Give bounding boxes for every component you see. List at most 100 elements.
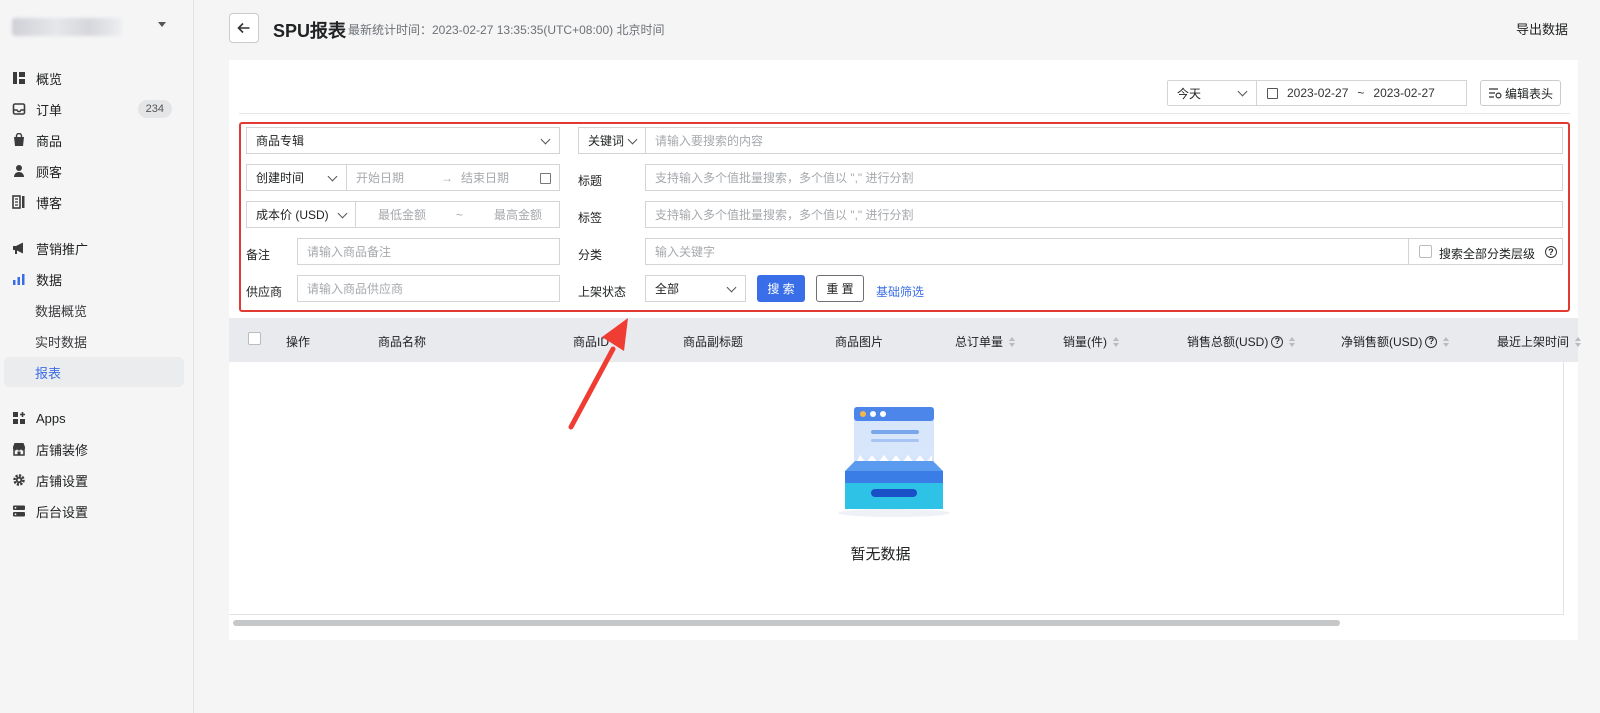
sidebar-item-orders[interactable]: 订单 234 — [4, 94, 184, 124]
date-range-picker[interactable]: 2023-02-27 ~ 2023-02-27 — [1256, 80, 1467, 106]
back-button[interactable] — [229, 13, 259, 43]
column-header-last-listed[interactable]: 最近上架时间 — [1497, 333, 1582, 350]
column-header-quantity[interactable]: 销量(件) — [1063, 333, 1119, 350]
column-settings-icon — [1489, 88, 1502, 99]
column-header-actions: 操作 — [286, 333, 310, 350]
collection-select[interactable]: 商品专辑 — [246, 127, 560, 154]
sidebar-item-label: Apps — [36, 410, 66, 426]
supplier-label: 供应商 — [246, 285, 283, 299]
sidebar-item-label: 订单 — [36, 102, 63, 118]
column-header-gross-sales[interactable]: 销售总额(USD)? — [1187, 333, 1296, 350]
sidebar-subitem-realtime[interactable]: 实时数据 — [4, 326, 184, 356]
date-range-separator: ~ — [1357, 86, 1365, 100]
tag-input[interactable]: 支持输入多个值批量搜索，多个值以 "," 进行分割 — [645, 201, 1563, 228]
title-label: 标题 — [578, 174, 603, 188]
column-header-total-orders[interactable]: 总订单量 — [955, 333, 1016, 350]
sidebar-item-store-design[interactable]: 店铺装修 — [4, 434, 184, 464]
sort-icon[interactable] — [1289, 336, 1296, 347]
start-date-input[interactable]: 开始日期 — [356, 169, 441, 186]
sidebar: 概览 订单 234 商品 顾客 博客 营销推广 数据 数据概览 实时数据 报表 … — [0, 0, 194, 713]
created-date-range[interactable]: 开始日期 → 结束日期 — [346, 164, 560, 191]
category-input[interactable]: 输入关键字 — [645, 238, 1409, 265]
keyword-search-input[interactable]: 请输入要搜索的内容 — [645, 127, 1563, 154]
tag-label: 标签 — [578, 211, 603, 225]
select-all-checkbox[interactable] — [248, 332, 261, 345]
price-range-separator: ~ — [456, 207, 464, 222]
sidebar-item-data[interactable]: 数据 — [4, 264, 184, 294]
price-type-select[interactable]: 成本价 (USD) — [246, 201, 356, 228]
keyword-type-select[interactable]: 关键词 — [578, 127, 646, 154]
help-icon[interactable]: ? — [1271, 335, 1284, 348]
blog-icon — [12, 195, 26, 209]
person-icon — [12, 164, 26, 178]
edit-columns-label: 编辑表头 — [1505, 86, 1554, 101]
max-price-input[interactable]: 最高金额 — [494, 206, 542, 223]
basic-filter-link[interactable]: 基础筛选 — [876, 283, 924, 300]
table-header: 操作 商品名称 商品ID 商品副标题 商品图片 总订单量 销量(件) 销售总额(… — [229, 318, 1582, 362]
sort-icon[interactable] — [1113, 336, 1119, 347]
sort-icon[interactable] — [1009, 336, 1016, 347]
column-header-label: 销售总额(USD) — [1187, 335, 1269, 349]
min-price-input[interactable]: 最低金额 — [378, 206, 426, 223]
help-icon[interactable]: ? — [1545, 246, 1557, 258]
sidebar-item-label: 概览 — [36, 71, 63, 87]
sidebar-item-overview[interactable]: 概览 — [4, 63, 184, 93]
chevron-down-icon — [1237, 86, 1248, 97]
end-date-input[interactable]: 结束日期 — [461, 169, 509, 186]
note-placeholder: 请输入商品备注 — [307, 245, 392, 259]
sidebar-item-marketing[interactable]: 营销推广 — [4, 233, 184, 263]
store-name-blurred — [12, 18, 122, 36]
table-right-border — [1563, 362, 1564, 614]
note-label: 备注 — [246, 248, 271, 262]
last-stat-time: 最新统计时间：2023-02-27 13:35:35(UTC+08:00) 北京… — [348, 23, 665, 37]
page-title: SPU报表 — [273, 21, 347, 41]
column-header-label: 最近上架时间 — [1497, 335, 1570, 349]
inbox-icon — [12, 102, 26, 116]
status-label: 上架状态 — [578, 285, 627, 299]
time-type-value: 创建时间 — [256, 171, 305, 185]
sidebar-item-label: 博客 — [36, 195, 63, 211]
note-input[interactable]: 请输入商品备注 — [297, 238, 560, 265]
sidebar-item-products[interactable]: 商品 — [4, 125, 184, 155]
sidebar-subitem-data-overview[interactable]: 数据概览 — [4, 295, 184, 325]
horizontal-scrollbar[interactable] — [233, 620, 1340, 626]
toolbar-divider — [239, 113, 1570, 114]
sidebar-item-customers[interactable]: 顾客 — [4, 156, 184, 186]
sidebar-item-store-settings[interactable]: 店铺设置 — [4, 465, 184, 495]
sort-icon[interactable] — [1443, 336, 1450, 347]
sidebar-item-admin-settings[interactable]: 后台设置 — [4, 496, 184, 526]
price-range[interactable]: 最低金额 ~ 最高金额 — [355, 201, 560, 228]
column-header-label: 商品名称 — [378, 335, 427, 349]
store-switcher[interactable] — [12, 16, 182, 40]
empty-state-text: 暂无数据 — [850, 546, 911, 563]
sort-icon[interactable] — [1575, 336, 1582, 347]
sidebar-item-blog[interactable]: 博客 — [4, 187, 184, 217]
server-icon — [12, 504, 26, 518]
export-data-button[interactable]: 导出数据 — [1516, 19, 1568, 38]
search-button[interactable]: 搜 索 — [757, 275, 805, 302]
sidebar-item-label: 店铺设置 — [36, 473, 89, 489]
column-header-label: 商品副标题 — [683, 335, 744, 349]
chevron-down-icon — [627, 134, 638, 145]
search-all-levels-label: 搜索全部分类层级 — [1439, 247, 1536, 261]
time-type-select[interactable]: 创建时间 — [246, 164, 347, 191]
help-icon[interactable]: ? — [1425, 335, 1438, 348]
sidebar-item-label: 店铺装修 — [36, 442, 89, 458]
edit-columns-button[interactable]: 编辑表头 — [1480, 80, 1561, 106]
column-header-net-sales[interactable]: 净销售额(USD)? — [1341, 333, 1450, 350]
status-select[interactable]: 全部 — [645, 275, 746, 302]
price-type-value: 成本价 (USD) — [256, 208, 329, 222]
column-header-product-name: 商品名称 — [378, 333, 426, 350]
search-all-levels-checkbox[interactable] — [1419, 245, 1432, 258]
title-input[interactable]: 支持输入多个值批量搜索，多个值以 "," 进行分割 — [645, 164, 1563, 191]
bar-chart-icon — [12, 272, 26, 286]
reset-button[interactable]: 重 置 — [816, 275, 864, 302]
sidebar-item-apps[interactable]: Apps — [4, 403, 184, 433]
supplier-input[interactable]: 请输入商品供应商 — [297, 275, 560, 302]
period-select[interactable]: 今天 — [1167, 80, 1257, 106]
calendar-icon — [540, 173, 551, 184]
column-header-label: 商品图片 — [835, 335, 884, 349]
overview-icon — [12, 71, 26, 85]
arrow-right-icon: → — [441, 170, 453, 185]
sidebar-subitem-reports[interactable]: 报表 — [4, 357, 184, 387]
